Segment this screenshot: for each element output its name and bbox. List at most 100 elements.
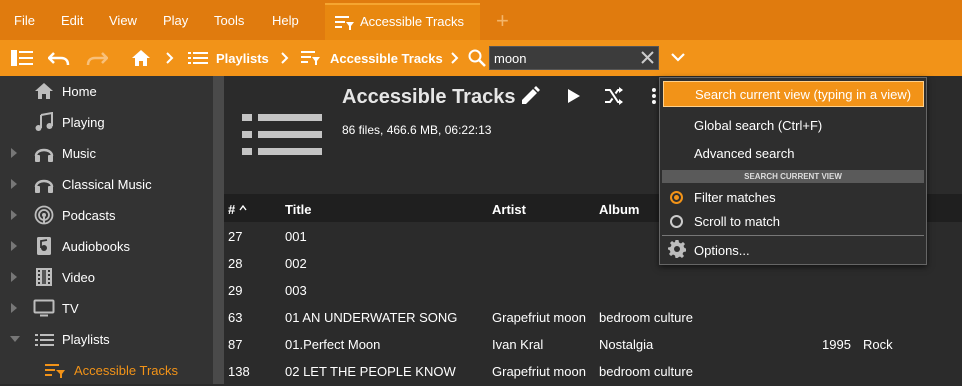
column-header-title[interactable]: Title [285,202,312,217]
clear-search-icon[interactable] [641,51,654,64]
forward-icon[interactable] [86,50,108,66]
table-row[interactable]: 138 02 LET THE PEOPLE KNOW Grapefriut mo… [224,357,962,384]
sidebar-item-label: Playing [62,115,105,130]
cell-artist: Ivan Kral [492,337,544,352]
sidebar: Home Playing Music Classical Music Podca… [0,76,213,384]
chevron-right-icon [451,52,459,64]
gear-icon [668,240,686,258]
menu-item-options[interactable]: Options... [660,237,926,263]
sidebar-item-home[interactable]: Home [0,76,213,107]
sidebar-item-label: Music [62,146,96,161]
playlist-icon [33,333,55,347]
headphones-icon [33,174,55,194]
sort-ascending-icon [239,205,247,211]
cell-number: 87 [228,337,243,352]
tab-label: Accessible Tracks [360,14,465,29]
menu-view[interactable]: View [109,13,137,28]
expand-arrow-icon[interactable] [11,210,17,220]
podcast-icon [33,205,55,225]
playlist-artwork-icon [242,112,322,158]
table-row[interactable]: 63 01 AN UNDERWATER SONG Grapefriut moon… [224,303,962,330]
menu-help[interactable]: Help [272,13,299,28]
chevron-right-icon [281,52,289,64]
cell-title: 02 LET THE PEOPLE KNOW [285,364,456,379]
breadcrumb-accessible-tracks[interactable]: Accessible Tracks [330,51,443,66]
menu-tools[interactable]: Tools [214,13,244,28]
search-options-menu: Search current view (typing in a view) G… [659,77,927,265]
cell-genre: Rock [863,337,893,352]
auto-playlist-icon [45,363,67,379]
tab-accessible-tracks[interactable]: Accessible Tracks [325,3,480,40]
cell-number: 28 [228,256,243,271]
menu-item-global-search[interactable]: Global search (Ctrl+F) [660,112,926,138]
cell-number: 63 [228,310,243,325]
menu-separator [662,235,924,236]
sidebar-item-label: Home [62,84,97,99]
search-input[interactable] [494,50,634,67]
sidebar-item-audiobooks[interactable]: Audiobooks [0,231,213,262]
table-row[interactable]: 29 003 [224,276,962,303]
menu-item-search-current-view[interactable]: Search current view (typing in a view) [663,81,924,107]
sidebar-item-music[interactable]: Music [0,138,213,169]
sidebar-item-classical-music[interactable]: Classical Music [0,169,213,200]
edit-icon[interactable] [520,86,540,106]
expand-arrow-icon[interactable] [11,303,17,313]
menu-play[interactable]: Play [163,13,188,28]
sidebar-item-accessible-tracks[interactable]: Accessible Tracks [0,355,213,386]
cell-title: 01.Perfect Moon [285,337,381,352]
shuffle-icon[interactable] [604,87,624,105]
cell-title: 01 AN UNDERWATER SONG [285,310,458,325]
cell-number: 29 [228,283,243,298]
new-tab-button[interactable]: + [496,8,509,34]
play-icon[interactable] [567,88,581,104]
chevron-down-icon[interactable] [671,53,685,62]
audiobook-icon [33,236,55,256]
menu-edit[interactable]: Edit [61,13,83,28]
toolbar: Playlists Accessible Tracks [0,40,962,76]
menu-item-scroll-to-match[interactable]: Scroll to match [660,208,926,234]
menu-item-filter-matches[interactable]: Filter matches [660,184,926,210]
sidebar-item-label: Playlists [62,332,110,347]
cell-number: 27 [228,229,243,244]
cell-number: 138 [228,364,250,379]
sidebar-item-label: TV [62,301,79,316]
search-icon[interactable] [468,49,486,67]
expand-arrow-icon[interactable] [11,148,17,158]
film-icon [33,267,55,287]
auto-playlist-icon [335,15,355,31]
home-icon [33,81,55,101]
expand-arrow-icon[interactable] [11,272,17,282]
page-title: Accessible Tracks [342,86,516,108]
column-header-album[interactable]: Album [599,202,639,217]
home-icon[interactable] [131,49,151,67]
column-header-number[interactable]: # [228,202,235,217]
search-field [489,46,659,70]
table-row[interactable]: 87 01.Perfect Moon Ivan Kral Nostalgia 1… [224,330,962,357]
sidebar-item-podcasts[interactable]: Podcasts [0,200,213,231]
toggle-sidebar-icon[interactable] [11,50,33,66]
cell-title: 001 [285,229,307,244]
cell-album: bedroom culture [599,364,693,379]
radio-checked-icon[interactable] [670,191,683,204]
sidebar-item-playing[interactable]: Playing [0,107,213,138]
expand-arrow-icon[interactable] [11,241,17,251]
menu-file[interactable]: File [14,13,35,28]
more-options-icon[interactable] [652,87,656,105]
sidebar-splitter[interactable] [213,76,224,384]
expand-arrow-icon[interactable] [11,179,17,189]
collapse-arrow-icon[interactable] [10,336,20,342]
sidebar-item-tv[interactable]: TV [0,293,213,324]
sidebar-item-video[interactable]: Video [0,262,213,293]
cell-year: 1995 [822,337,851,352]
sidebar-item-label: Podcasts [62,208,116,223]
column-header-artist[interactable]: Artist [492,202,526,217]
menu-item-advanced-search[interactable]: Advanced search [660,140,926,166]
tv-icon [33,298,55,318]
music-note-icon [33,112,55,132]
back-icon[interactable] [48,50,70,66]
cell-artist: Grapefriut moon [492,310,586,325]
sidebar-item-playlists[interactable]: Playlists [0,324,213,355]
radio-unchecked-icon[interactable] [670,215,683,228]
breadcrumb-playlists[interactable]: Playlists [216,51,269,66]
chevron-right-icon [166,52,174,64]
